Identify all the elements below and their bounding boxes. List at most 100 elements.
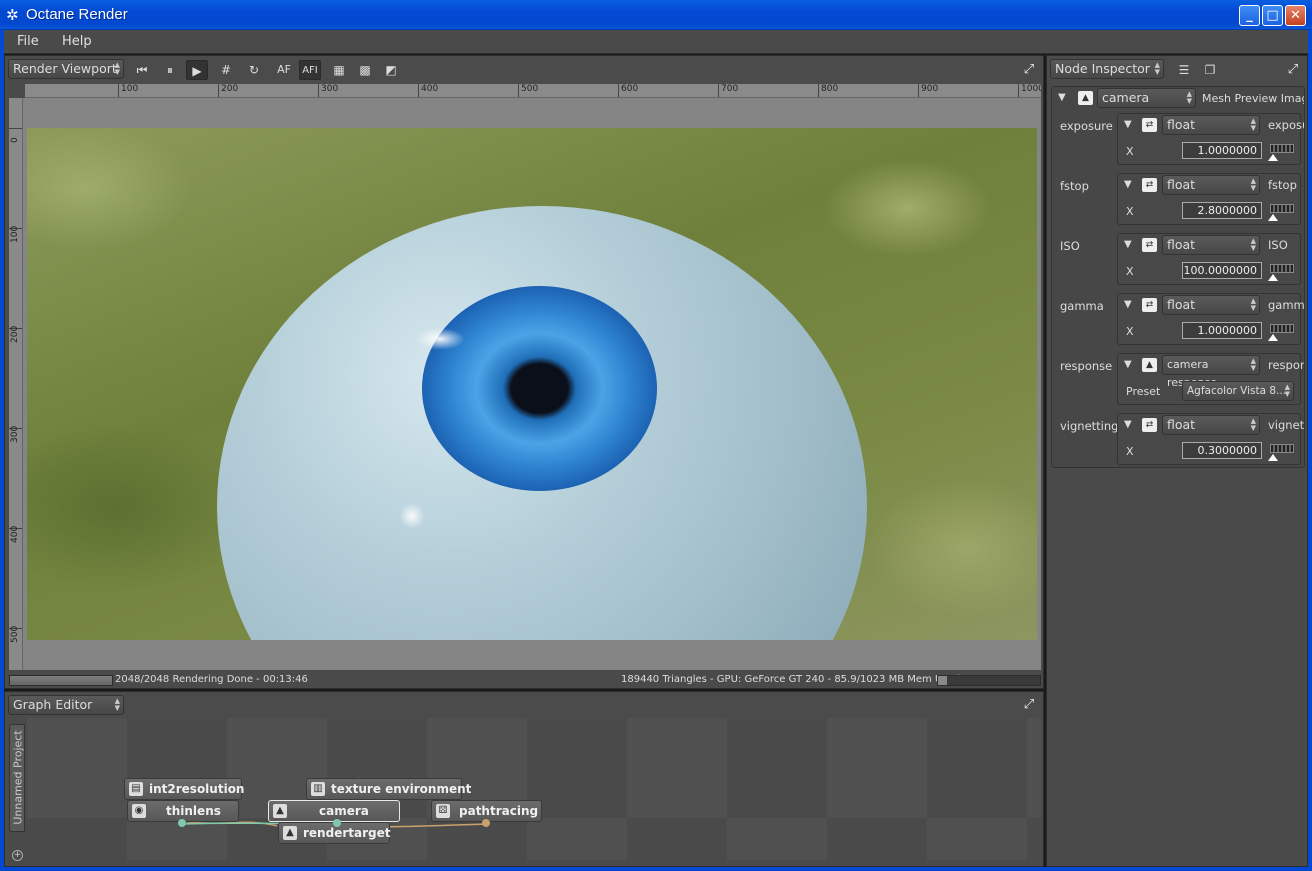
param-type-select[interactable]: float ▲ ▼ [1162, 415, 1260, 435]
param-value-input[interactable]: 100.0000000 [1182, 262, 1262, 279]
node-label: int2resolution [149, 782, 245, 796]
region-render-icon[interactable]: ◩ [380, 60, 402, 80]
expand-all-icon[interactable]: ❐ [1199, 60, 1221, 80]
output-pin[interactable] [178, 819, 186, 827]
collapse-triangle-icon[interactable]: ▼ [1058, 92, 1066, 103]
slider-icon[interactable] [1268, 322, 1296, 342]
slider-track [1270, 444, 1294, 453]
collapse-triangle-icon[interactable]: ▼ [1124, 239, 1132, 250]
param-header: ▼ ▲ camera response▲▼ response [1118, 354, 1304, 389]
autofocus-button[interactable]: AF [273, 60, 295, 80]
collapse-triangle-icon[interactable]: ▼ [1124, 299, 1132, 310]
param-group: ▼ ⇄ float ▲▼ vignetting X 0.3000000 [1117, 413, 1304, 465]
slider-icon[interactable] [1268, 442, 1296, 462]
param-type-label: float [1167, 237, 1196, 252]
param-header: ▼ ⇄ float ▲▼ vignetting [1118, 414, 1304, 436]
param-value-input[interactable]: 0.3000000 [1182, 442, 1262, 459]
param-value-input[interactable]: 2.8000000 [1182, 202, 1262, 219]
title-bar: ✲ Octane Render _ □ ✕ [0, 0, 1312, 30]
param-value-input[interactable]: 1.0000000 [1182, 322, 1262, 339]
param-field-label: X [1126, 265, 1134, 278]
param-type-select[interactable]: float ▲ ▼ [1162, 235, 1260, 255]
menu-bar: File Help [4, 30, 1308, 54]
inspector-select[interactable]: Node Inspector ▲ ▼ [1050, 59, 1164, 79]
viewport-mode-select[interactable]: Render Viewport ▲ ▼ [8, 59, 124, 79]
float-texture-icon: ⇄ [1142, 418, 1157, 432]
collapse-triangle-icon[interactable]: ▼ [1124, 179, 1132, 190]
param-header: ▼ ⇄ float ▲ ▼ fstop [1118, 174, 1300, 196]
rotate-camera-icon[interactable]: ↻ [243, 60, 265, 80]
grid-icon[interactable]: # [215, 60, 237, 80]
maximize-inspector-icon[interactable]: ⤢ [1284, 61, 1302, 79]
restart-render-icon[interactable]: ⏮ [131, 60, 153, 80]
resolution-icon: ▤ [129, 782, 143, 796]
add-tab-icon[interactable]: + [12, 850, 23, 861]
param-group: ▼ ⇄ float ▲▼ gamma X 1.0000000 [1117, 293, 1304, 345]
param-pin-name: response [1268, 358, 1304, 372]
camera-lens-icon: ◉ [132, 804, 146, 818]
slider-icon[interactable] [1268, 262, 1296, 282]
node-int2resolution[interactable]: ▤ int2resolution [124, 778, 245, 800]
ruler-h-tick: 800 [818, 84, 838, 97]
collapse-triangle-icon[interactable]: ▼ [1124, 359, 1132, 370]
viewport-canvas[interactable] [23, 98, 1041, 670]
play-render-icon[interactable]: ▶ [186, 60, 208, 80]
maximize-viewport-icon[interactable]: ⤢ [1020, 61, 1038, 79]
ruler-v-label: 0 [10, 137, 20, 143]
project-tab[interactable]: Unnamed Project [9, 724, 25, 832]
output-pin[interactable] [482, 819, 490, 827]
collapse-all-icon[interactable]: ☰ [1173, 60, 1195, 80]
project-tab-label: Unnamed Project [11, 730, 25, 825]
menu-file[interactable]: File [17, 34, 39, 49]
node-type-select[interactable]: camera ▲ ▼ [1097, 88, 1196, 108]
minimize-button[interactable]: _ [1239, 5, 1260, 26]
slider-icon[interactable] [1268, 202, 1296, 222]
maximize-button[interactable]: □ [1262, 5, 1283, 26]
param-value-input[interactable]: 1.0000000 [1182, 142, 1262, 159]
imager-icon: ▲ [273, 804, 287, 818]
render-viewport-panel: Render Viewport ▲ ▼ ⏮ ⏸ ▶ # ↻ AF AFI ▦ ▩ … [4, 55, 1044, 689]
ruler-h-tick: 400 [418, 84, 438, 97]
node-graph-canvas[interactable]: ▤ int2resolution ▥ texture environment ◉… [27, 718, 1041, 860]
collapse-triangle-icon[interactable]: ▼ [1124, 419, 1132, 430]
specular-highlight [415, 328, 465, 350]
autofocus-image-button[interactable]: AFI [299, 60, 321, 80]
viewport-status-bar: 2048/2048 Rendering Done - 00:13:46 1894… [9, 674, 1041, 688]
pause-render-icon[interactable]: ⏸ [159, 60, 181, 80]
param-type-select[interactable]: float ▲ ▼ [1162, 115, 1260, 135]
graph-editor-select[interactable]: Graph Editor ▲ ▼ [8, 695, 124, 715]
param-type-select[interactable]: float ▲ ▼ [1162, 175, 1260, 195]
preset-select[interactable]: Agfacolor Vista 8... ▲ ▼ [1182, 381, 1294, 401]
slider-icon[interactable] [1268, 142, 1296, 162]
menu-help[interactable]: Help [62, 34, 92, 49]
param-group: ▼ ⇄ float ▲ ▼ fstop X 2.8000000 [1117, 173, 1301, 225]
preset-value: Agfacolor Vista 8... [1187, 385, 1287, 397]
ruler-v-label: 400 [10, 525, 20, 543]
dither-pattern-icon[interactable]: ▦ [328, 60, 350, 80]
spin-arrows-icon: ▲ ▼ [1250, 237, 1256, 252]
input-pin[interactable] [333, 819, 341, 827]
close-button[interactable]: ✕ [1285, 5, 1306, 26]
param-type-label: float [1167, 117, 1196, 132]
node-texture-environment[interactable]: ▥ texture environment [306, 778, 471, 800]
param-type-label: float [1167, 417, 1196, 432]
spin-arrows-icon: ▲ ▼ [114, 697, 120, 712]
iris-render [422, 286, 657, 491]
render-image[interactable] [27, 128, 1037, 640]
param-type-select[interactable]: camera response▲▼ [1162, 355, 1260, 389]
param-header: ▼ ⇄ float ▲ ▼ ISO [1118, 234, 1300, 256]
ruler-h-tick: 100 [118, 84, 138, 97]
graph-editor-toolbar: Graph Editor ▲ ▼ ⤢ [5, 692, 1043, 718]
slider-caret [1268, 454, 1278, 461]
param-type-select[interactable]: float ▲ ▼ [1162, 295, 1260, 315]
collapse-triangle-icon[interactable]: ▼ [1124, 119, 1132, 130]
window-frame-bottom [0, 867, 1312, 871]
slider-track [1270, 264, 1294, 273]
graph-editor-panel: Graph Editor ▲ ▼ ⤢ Unnamed Project + ▤ in… [4, 691, 1044, 867]
node-type-label: camera [1102, 90, 1150, 105]
octane-app-icon: ✲ [6, 6, 19, 24]
checker-pattern-icon[interactable]: ▩ [354, 60, 376, 80]
node-inspector-panel: Node Inspector ▲ ▼ ☰ ❐ ⤢ ▼ ▲ camera ▲ ▼ Me… [1046, 55, 1308, 867]
maximize-graph-icon[interactable]: ⤢ [1020, 696, 1038, 714]
ruler-v-label: 100 [10, 225, 20, 243]
